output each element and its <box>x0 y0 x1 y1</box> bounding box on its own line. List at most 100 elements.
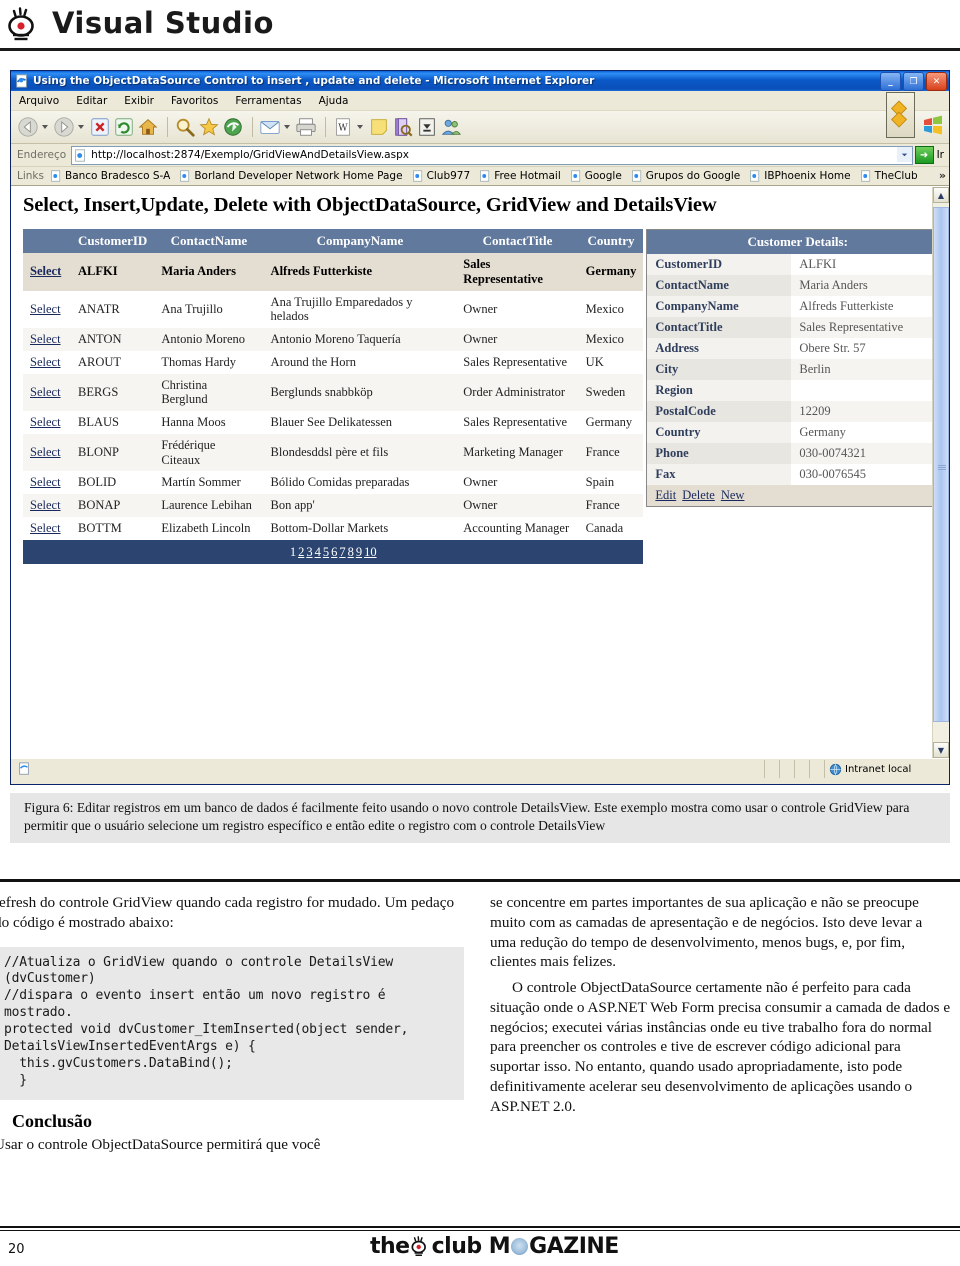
menu-item-arquivo[interactable]: Arquivo <box>19 95 59 107</box>
pager-page-9[interactable]: 9 <box>356 545 362 559</box>
favorites-star-icon[interactable] <box>198 116 220 138</box>
table-row[interactable]: Select BOTTM Elizabeth Lincoln Bottom-Do… <box>23 516 644 540</box>
cell-country: France <box>578 433 644 472</box>
print-icon[interactable] <box>295 116 317 138</box>
table-row[interactable]: Select BLONP Frédérique Citeaux Blondesd… <box>23 433 644 472</box>
table-row[interactable]: Select ALFKI Maria Anders Alfreds Futter… <box>23 253 644 291</box>
select-link[interactable]: Select <box>30 475 61 489</box>
cell-contactname: Ana Trujillo <box>154 290 264 328</box>
edit-dropdown-icon[interactable] <box>357 125 363 129</box>
select-link[interactable]: Select <box>30 264 61 278</box>
search-icon[interactable] <box>174 116 196 138</box>
messenger-icon[interactable] <box>416 116 438 138</box>
page-vertical-scrollbar[interactable]: ▲ ▼ <box>932 187 949 758</box>
table-row[interactable]: Select BOLID Martín Sommer Bólido Comida… <box>23 471 644 494</box>
link-item[interactable]: Grupos do Google <box>631 170 740 182</box>
pager-page-3[interactable]: 3 <box>306 545 312 559</box>
people-icon[interactable] <box>440 116 462 138</box>
col-country: Country <box>578 229 644 253</box>
cell-contactname: Christina Berglund <box>154 373 264 411</box>
close-button[interactable]: ✕ <box>926 72 947 91</box>
link-page-icon <box>631 170 641 182</box>
link-item[interactable]: Banco Bradesco S-A <box>50 170 170 182</box>
edit-word-icon[interactable]: W <box>332 116 354 138</box>
select-link[interactable]: Select <box>30 332 61 346</box>
menu-item-editar[interactable]: Editar <box>76 95 107 107</box>
pager-page-4[interactable]: 4 <box>315 545 321 559</box>
link-page-icon <box>750 170 760 182</box>
download-indicator-icon[interactable] <box>886 92 915 138</box>
detail-row: Country Germany <box>646 422 949 443</box>
mail-dropdown-icon[interactable] <box>284 125 290 129</box>
detail-key: ContactName <box>646 275 792 296</box>
history-icon[interactable] <box>222 116 244 138</box>
menu-item-exibir[interactable]: Exibir <box>124 95 154 107</box>
cell-customerid: ALFKI <box>71 253 155 291</box>
cell-companyname: Bon app' <box>263 494 457 517</box>
go-arrow-icon: ➜ <box>914 146 934 164</box>
forward-icon[interactable] <box>53 116 75 138</box>
menu-item-favoritos[interactable]: Favoritos <box>171 95 218 107</box>
link-item[interactable]: Club977 <box>412 170 470 182</box>
minimize-button[interactable]: _ <box>880 72 901 91</box>
link-label: Grupos do Google <box>645 170 741 182</box>
address-dropdown-icon[interactable] <box>896 146 912 162</box>
table-row[interactable]: Select BONAP Laurence Lebihan Bon app' O… <box>23 494 644 517</box>
link-page-icon <box>860 170 870 182</box>
table-row[interactable]: Select AROUT Thomas Hardy Around the Hor… <box>23 350 644 374</box>
menu-item-ferramentas[interactable]: Ferramentas <box>235 95 301 107</box>
delete-link[interactable]: Delete <box>682 488 715 502</box>
scroll-down-button[interactable]: ▼ <box>933 742 949 758</box>
menu-item-ajuda[interactable]: Ajuda <box>319 95 349 107</box>
select-link[interactable]: Select <box>30 385 61 399</box>
detail-row: Region <box>646 380 949 401</box>
stop-icon[interactable] <box>89 116 111 138</box>
select-link[interactable]: Select <box>30 445 61 459</box>
restore-button[interactable]: ❐ <box>903 72 924 91</box>
research-icon[interactable] <box>392 116 414 138</box>
table-row[interactable]: Select BERGS Christina Berglund Berglund… <box>23 373 644 411</box>
cell-country: Germany <box>578 411 644 434</box>
pager-page-5[interactable]: 5 <box>323 545 329 559</box>
scroll-thumb[interactable] <box>933 207 949 722</box>
refresh-icon[interactable] <box>113 116 135 138</box>
forward-dropdown-icon[interactable] <box>78 125 84 129</box>
link-page-icon <box>480 170 490 182</box>
link-item[interactable]: Borland Developer Network Home Page <box>179 170 403 182</box>
address-input[interactable]: http://localhost:2874/Exemplo/GridViewAn… <box>71 145 913 165</box>
pager-page-10[interactable]: 10 <box>364 545 377 559</box>
link-item[interactable]: IBPhoenix Home <box>749 170 851 182</box>
back-dropdown-icon[interactable] <box>42 125 48 129</box>
detail-value: Germany <box>791 422 949 443</box>
pager-page-2[interactable]: 2 <box>298 545 304 559</box>
back-icon[interactable] <box>17 116 39 138</box>
home-icon[interactable] <box>137 116 159 138</box>
mail-icon[interactable] <box>259 116 281 138</box>
statusbar-cell <box>809 760 824 778</box>
select-link[interactable]: Select <box>30 521 61 535</box>
go-button[interactable]: ➜ Ir <box>914 146 944 164</box>
table-row[interactable]: Select ANATR Ana Trujillo Ana Trujillo E… <box>23 290 644 328</box>
select-link[interactable]: Select <box>30 415 61 429</box>
detail-value <box>791 380 949 401</box>
select-link[interactable]: Select <box>30 498 61 512</box>
select-link[interactable]: Select <box>30 355 61 369</box>
table-row[interactable]: Select ANTON Antonio Moreno Antonio More… <box>23 328 644 351</box>
pager-page-6[interactable]: 6 <box>331 545 337 559</box>
pager-page-1[interactable]: 1 <box>290 545 296 559</box>
address-label: Endereço <box>17 149 67 161</box>
select-link[interactable]: Select <box>30 302 61 316</box>
pager-page-7[interactable]: 7 <box>339 545 345 559</box>
table-row[interactable]: Select BLAUS Hanna Moos Blauer See Delik… <box>23 411 644 434</box>
cell-country: Sweden <box>578 373 644 411</box>
pager-page-8[interactable]: 8 <box>348 545 354 559</box>
notes-icon[interactable] <box>368 116 390 138</box>
scroll-up-button[interactable]: ▲ <box>933 187 949 203</box>
link-item[interactable]: TheClub <box>860 170 918 182</box>
new-link[interactable]: New <box>721 488 745 502</box>
edit-link[interactable]: Edit <box>655 488 676 502</box>
link-item[interactable]: Free Hotmail <box>479 170 561 182</box>
link-item[interactable]: Google <box>570 170 622 182</box>
content-area: CustomerID ContactName CompanyName Conta… <box>23 229 949 565</box>
links-overflow-icon[interactable]: » <box>939 169 946 182</box>
